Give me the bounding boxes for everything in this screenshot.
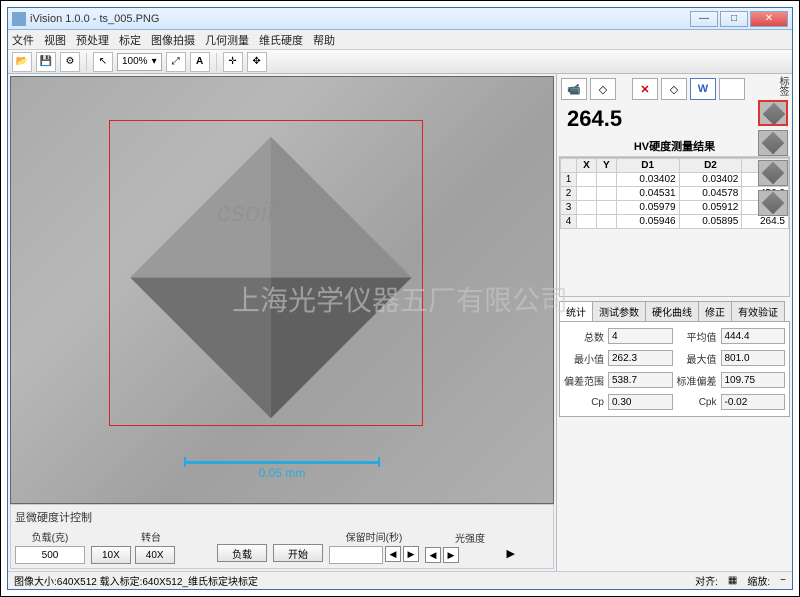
hold-label: 保留时间(秒) xyxy=(329,529,419,544)
blank-icon[interactable] xyxy=(719,78,745,100)
hw-panel-title: 显微硬度计控制 xyxy=(15,509,549,525)
zoom-select[interactable]: 100%▾ xyxy=(117,53,162,71)
measurement-box[interactable] xyxy=(109,120,423,427)
app-window: iVision 1.0.0 - ts_005.PNG — □ ✕ 文件 视图 预… xyxy=(7,7,793,590)
thumbnails: 标签 xyxy=(758,76,790,216)
menu-capture[interactable]: 图像拍摄 xyxy=(151,32,195,48)
stage-label: 转台 xyxy=(91,529,211,544)
menu-preprocess[interactable]: 预处理 xyxy=(76,32,109,48)
cp-value: 0.30 xyxy=(608,394,673,410)
text-icon[interactable]: A xyxy=(190,52,210,72)
stats-body: 总数4 平均值444.4 最小值262.3 最大值801.0 偏差范围538.7… xyxy=(559,322,790,417)
results-table[interactable]: XY D1D2HV 10.034020.03402801.0 20.045310… xyxy=(559,157,790,297)
stats-tabs: 统计 测试参数 硬化曲线 修正 有效验证 xyxy=(559,301,790,322)
min-value: 262.3 xyxy=(608,350,673,366)
thumb-1[interactable] xyxy=(758,100,788,126)
menu-calibrate[interactable]: 标定 xyxy=(119,32,141,48)
max-value: 801.0 xyxy=(721,350,786,366)
settings-icon[interactable]: ⚙ xyxy=(60,52,80,72)
move-icon[interactable]: ✥ xyxy=(247,52,267,72)
menu-view[interactable]: 视图 xyxy=(44,32,66,48)
tab-validate[interactable]: 有效验证 xyxy=(731,301,785,321)
menu-file[interactable]: 文件 xyxy=(12,32,34,48)
tab-params[interactable]: 测试参数 xyxy=(592,301,646,321)
table-row: 40.059460.05895264.5 xyxy=(561,215,789,229)
range-value: 538.7 xyxy=(608,372,673,388)
statusbar: 图像大小:640X512 载入标定:640X512_维氏标定块标定 对齐: ▦ … xyxy=(8,571,792,589)
light-end-icon[interactable]: ▶ xyxy=(507,547,515,563)
minimize-button[interactable]: — xyxy=(690,11,718,27)
mag-10x-button[interactable]: 10X xyxy=(91,546,131,564)
diamond-icon[interactable]: ◇ xyxy=(590,78,616,100)
right-toolbar: 📹 ◇ ✕ ◇ W xyxy=(559,76,790,102)
start-button[interactable]: 开始 xyxy=(273,544,323,562)
table-row: 20.045310.04578450.0 xyxy=(561,187,789,201)
menubar: 文件 视图 预处理 标定 图像拍摄 几何测量 维氏硬度 帮助 xyxy=(8,30,792,50)
window-title: iVision 1.0.0 - ts_005.PNG xyxy=(30,13,690,25)
menu-help[interactable]: 帮助 xyxy=(313,32,335,48)
hold-next-icon[interactable]: ▶ xyxy=(403,546,419,562)
hold-prev-icon[interactable]: ◀ xyxy=(385,546,401,562)
table-title: HV硬度测量结果 xyxy=(559,136,790,157)
load-label: 负载(克) xyxy=(15,529,85,544)
delete-icon[interactable]: ✕ xyxy=(632,78,658,100)
right-pane: 📹 ◇ ✕ ◇ W 264.5 HV硬度测量结果 XY D1D2HV 10.03… xyxy=(556,74,792,571)
mag-40x-button[interactable]: 40X xyxy=(135,546,175,564)
refresh-icon[interactable]: ◇ xyxy=(661,78,687,100)
light-prev-icon[interactable]: ◀ xyxy=(425,547,441,563)
tab-stats[interactable]: 统计 xyxy=(559,301,593,321)
thumb-3[interactable] xyxy=(758,160,788,186)
left-pane: csoif 0.05 mm 显微硬度计控制 负载(克) 500 转台 xyxy=(8,74,556,571)
image-viewport[interactable]: csoif 0.05 mm xyxy=(10,76,554,504)
tab-curve[interactable]: 硬化曲线 xyxy=(645,301,699,321)
thumb-2[interactable] xyxy=(758,130,788,156)
zoom-out-icon[interactable]: − xyxy=(780,575,786,586)
scale-bar: 0.05 mm xyxy=(184,461,379,487)
pointer-icon[interactable]: ↖ xyxy=(93,52,113,72)
crosshair-icon[interactable]: ✛ xyxy=(223,52,243,72)
hardware-panel: 显微硬度计控制 负载(克) 500 转台 10X 40X xyxy=(10,504,554,569)
table-row: 30.059790.05912262.3 xyxy=(561,201,789,215)
load-button[interactable]: 负载 xyxy=(217,544,267,562)
maximize-button[interactable]: □ xyxy=(720,11,748,27)
save-icon[interactable]: 💾 xyxy=(36,52,56,72)
light-next-icon[interactable]: ▶ xyxy=(443,547,459,563)
menu-vickers[interactable]: 维氏硬度 xyxy=(259,32,303,48)
zoom-fit-icon[interactable]: ⤢ xyxy=(166,52,186,72)
align-icon[interactable]: ▦ xyxy=(728,575,737,586)
cpk-value: -0.02 xyxy=(721,394,786,410)
count-value: 4 xyxy=(608,328,673,344)
hold-input[interactable] xyxy=(329,546,383,564)
open-icon[interactable]: 📂 xyxy=(12,52,32,72)
load-input[interactable]: 500 xyxy=(15,546,85,564)
std-value: 109.75 xyxy=(721,372,786,388)
titlebar[interactable]: iVision 1.0.0 - ts_005.PNG — □ ✕ xyxy=(8,8,792,30)
thumb-4[interactable] xyxy=(758,190,788,216)
word-icon[interactable]: W xyxy=(690,78,716,100)
tab-correct[interactable]: 修正 xyxy=(698,301,732,321)
avg-value: 444.4 xyxy=(721,328,786,344)
table-row: 10.034020.03402801.0 xyxy=(561,173,789,187)
light-label: 光强度 xyxy=(425,530,515,545)
status-left: 图像大小:640X512 载入标定:640X512_维氏标定块标定 xyxy=(14,573,258,588)
close-button[interactable]: ✕ xyxy=(750,11,788,27)
app-icon xyxy=(12,12,26,26)
hv-value: 264.5 xyxy=(559,102,790,136)
camera-icon[interactable]: 📹 xyxy=(561,78,587,100)
toolbar: 📂 💾 ⚙ ↖ 100%▾ ⤢ A ✛ ✥ xyxy=(8,50,792,74)
menu-geometry[interactable]: 几何测量 xyxy=(205,32,249,48)
